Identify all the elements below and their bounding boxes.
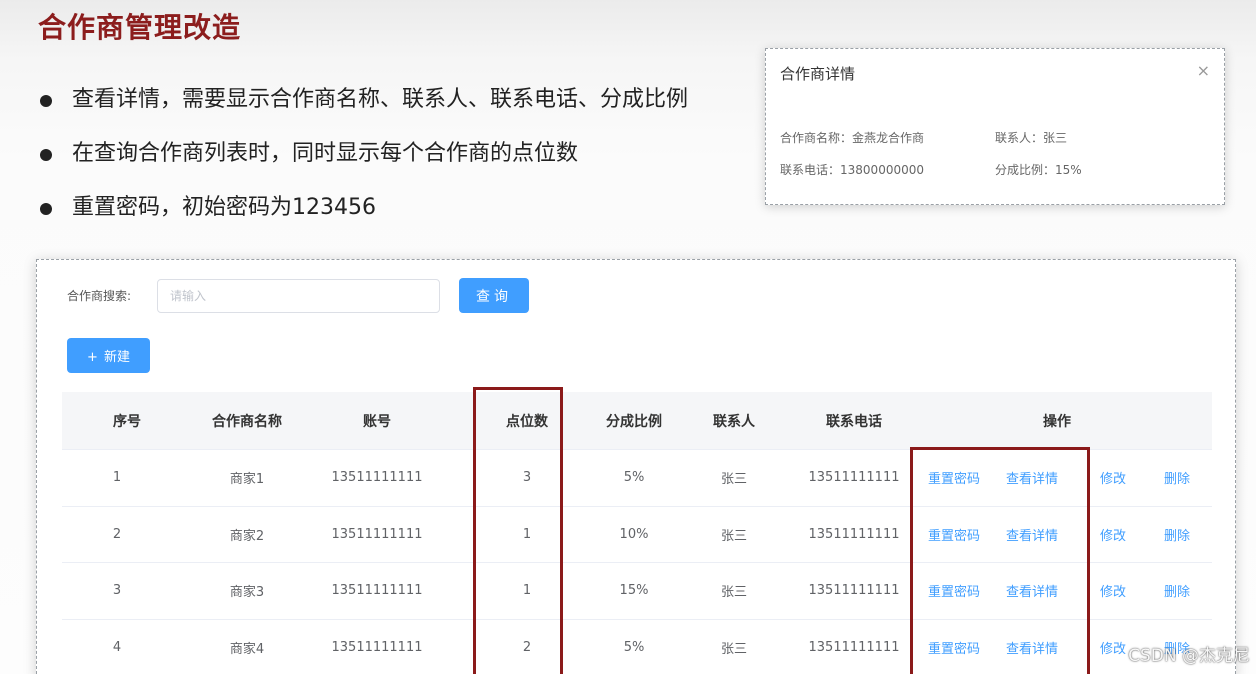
cell-points: 2 [522, 639, 532, 655]
partner-table: 序号 合作商名称 账号 点位数 分成比例 联系人 联系电话 操作 1 商家1 1… [62, 392, 1212, 674]
delete-link[interactable]: 删除 [1164, 581, 1190, 600]
cell-index: 3 [112, 583, 122, 599]
close-icon[interactable]: × [1197, 61, 1210, 80]
detail-partner-name: 合作商名称：金燕龙合作商 [780, 129, 924, 146]
delete-link[interactable]: 删除 [1164, 525, 1190, 544]
cell-name: 商家3 [229, 585, 265, 601]
query-button[interactable]: 查询 [459, 278, 529, 313]
delete-link[interactable]: 删除 [1164, 468, 1190, 487]
cell-account: 13511111111 [331, 639, 423, 655]
field-value: 13800000000 [840, 163, 924, 177]
cell-points: 1 [522, 526, 532, 542]
detail-phone: 联系电话：13800000000 [780, 161, 924, 178]
reset-password-link[interactable]: 重置密码 [928, 581, 980, 600]
plus-icon: + [87, 350, 98, 365]
reset-password-link[interactable]: 重置密码 [928, 468, 980, 487]
bullet-dot-icon [40, 95, 52, 107]
cell-phone: 13511111111 [808, 526, 900, 542]
field-value: 金燕龙合作商 [852, 131, 925, 145]
cell-name: 商家4 [229, 641, 265, 657]
cell-index: 2 [112, 526, 122, 542]
view-detail-link[interactable]: 查看详情 [1006, 468, 1058, 487]
cell-contact: 张三 [720, 472, 747, 488]
requirement-item: 在查询合作商列表时，同时显示每个合作商的点位数 [40, 138, 688, 192]
cell-account: 13511111111 [331, 583, 423, 599]
search-input[interactable] [157, 279, 440, 313]
requirement-item: 查看详情，需要显示合作商名称、联系人、联系电话、分成比例 [40, 84, 688, 138]
new-partner-button[interactable]: + 新建 [67, 338, 150, 373]
partner-management-panel: 合作商搜索: 查询 + 新建 序号 合作商名称 账号 点位数 分成比例 联系人 联… [36, 259, 1236, 674]
cell-account: 13511111111 [331, 526, 423, 542]
field-label: 联系电话： [780, 163, 841, 177]
header-account: 账号 [363, 413, 391, 430]
cell-contact: 张三 [720, 528, 747, 544]
cell-name: 商家2 [229, 528, 265, 544]
view-detail-link[interactable]: 查看详情 [1006, 638, 1058, 657]
search-label: 合作商搜索: [67, 289, 132, 303]
edit-link[interactable]: 修改 [1100, 638, 1126, 657]
table-row: 2 商家2 13511111111 1 10% 张三 13511111111 重… [62, 506, 1212, 563]
cell-phone: 13511111111 [808, 470, 900, 486]
field-label: 合作商名称： [780, 131, 853, 145]
reset-password-link[interactable]: 重置密码 [928, 638, 980, 657]
cell-name: 商家1 [229, 472, 265, 488]
slide-title: 合作商管理改造 [38, 11, 242, 44]
header-index: 序号 [113, 413, 141, 430]
cell-index: 4 [112, 639, 122, 655]
requirement-text: 重置密码，初始密码为123456 [72, 195, 376, 220]
table-row: 3 商家3 13511111111 1 15% 张三 13511111111 重… [62, 563, 1212, 620]
new-label: 新建 [103, 350, 130, 365]
row-actions: 重置密码 查看详情 修改 删除 [928, 507, 1212, 563]
view-detail-link[interactable]: 查看详情 [1006, 525, 1058, 544]
edit-link[interactable]: 修改 [1100, 468, 1126, 487]
row-actions: 重置密码 查看详情 修改 删除 [928, 563, 1212, 619]
dialog-title: 合作商详情 [780, 65, 856, 83]
table-header: 序号 合作商名称 账号 点位数 分成比例 联系人 联系电话 操作 [62, 392, 1212, 450]
field-label: 分成比例： [995, 163, 1056, 177]
table-row: 1 商家1 13511111111 3 5% 张三 13511111111 重置… [62, 450, 1212, 507]
cell-contact: 张三 [720, 585, 747, 601]
cell-phone: 13511111111 [808, 639, 900, 655]
row-actions: 重置密码 查看详情 修改 删除 [928, 450, 1212, 506]
header-actions: 操作 [1043, 413, 1071, 430]
cell-ratio: 10% [619, 526, 649, 542]
cell-contact: 张三 [720, 641, 747, 657]
cell-points: 1 [522, 583, 532, 599]
requirement-text: 查看详情，需要显示合作商名称、联系人、联系电话、分成比例 [72, 87, 689, 112]
cell-ratio: 15% [619, 583, 649, 599]
edit-link[interactable]: 修改 [1100, 581, 1126, 600]
bullet-dot-icon [40, 203, 52, 215]
cell-ratio: 5% [623, 639, 645, 655]
header-ratio: 分成比例 [606, 413, 662, 430]
view-detail-link[interactable]: 查看详情 [1006, 581, 1058, 600]
requirement-text: 在查询合作商列表时，同时显示每个合作商的点位数 [72, 141, 579, 166]
edit-link[interactable]: 修改 [1100, 525, 1126, 544]
cell-phone: 13511111111 [808, 583, 900, 599]
watermark: CSDN @杰克尼 [1128, 646, 1250, 666]
field-value: 15% [1055, 163, 1082, 177]
header-name: 合作商名称 [212, 413, 282, 430]
detail-contact: 联系人：张三 [995, 129, 1067, 146]
field-value: 张三 [1043, 131, 1068, 145]
reset-password-link[interactable]: 重置密码 [928, 525, 980, 544]
header-contact: 联系人 [713, 413, 755, 430]
requirement-list: 查看详情，需要显示合作商名称、联系人、联系电话、分成比例 在查询合作商列表时，同… [40, 84, 688, 246]
field-label: 联系人： [995, 131, 1044, 145]
table-row: 4 商家4 13511111111 2 5% 张三 13511111111 重置… [62, 619, 1212, 674]
requirement-item: 重置密码，初始密码为123456 [40, 192, 688, 246]
header-phone: 联系电话 [826, 413, 882, 430]
detail-ratio: 分成比例：15% [995, 161, 1082, 178]
bullet-dot-icon [40, 149, 52, 161]
partner-detail-dialog: 合作商详情 × 合作商名称：金燕龙合作商 联系人：张三 联系电话：1380000… [765, 48, 1225, 205]
cell-points: 3 [522, 470, 532, 486]
cell-index: 1 [112, 470, 122, 486]
header-points: 点位数 [506, 413, 548, 430]
cell-account: 13511111111 [331, 470, 423, 486]
cell-ratio: 5% [623, 470, 645, 486]
